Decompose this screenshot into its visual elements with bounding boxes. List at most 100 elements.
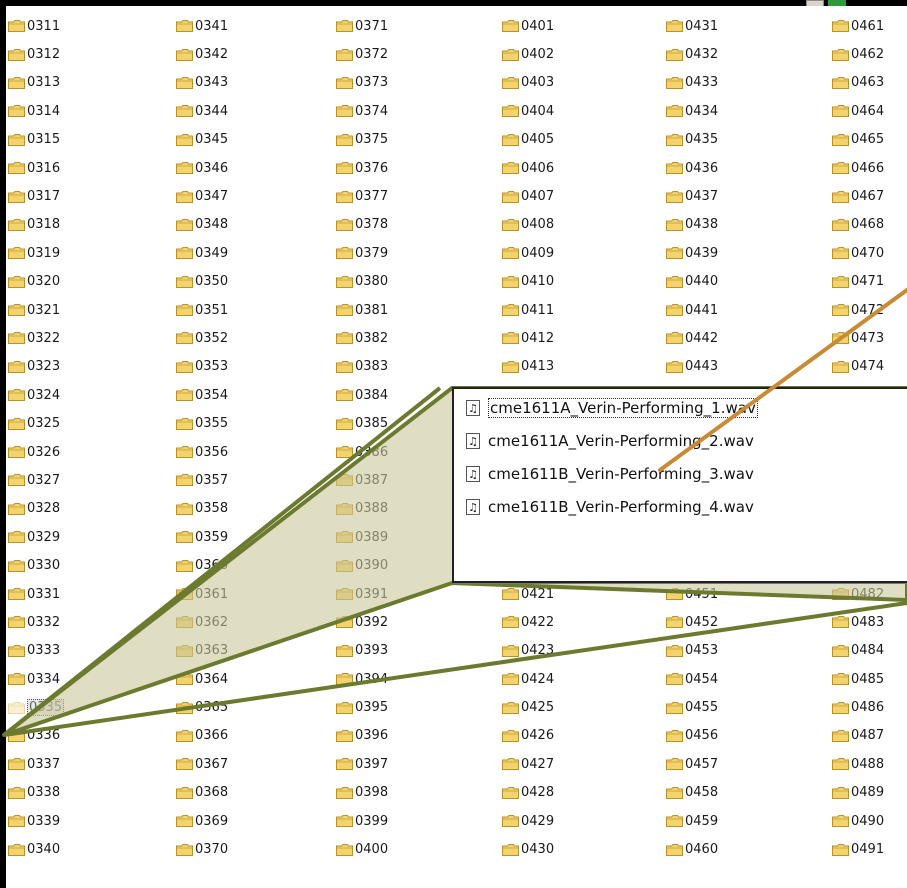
- folder-item[interactable]: 0457: [666, 750, 816, 778]
- folder-item[interactable]: 0421: [502, 580, 652, 608]
- folder-item[interactable]: 0402: [502, 40, 652, 68]
- folder-item[interactable]: 0352: [176, 324, 326, 352]
- folder-item[interactable]: 0432: [666, 40, 816, 68]
- folder-item[interactable]: 0438: [666, 211, 816, 239]
- folder-item[interactable]: 0337: [8, 750, 158, 778]
- folder-item[interactable]: 0312: [8, 40, 158, 68]
- folder-item[interactable]: 0425: [502, 693, 652, 721]
- folder-item[interactable]: 0396: [336, 722, 486, 750]
- folder-item[interactable]: 0467: [832, 182, 907, 210]
- folder-item[interactable]: 0341: [176, 12, 326, 40]
- folder-item[interactable]: 0361: [176, 580, 326, 608]
- folder-item[interactable]: 0383: [336, 353, 486, 381]
- folder-item[interactable]: 0379: [336, 239, 486, 267]
- folder-item[interactable]: 0401: [502, 12, 652, 40]
- folder-item[interactable]: 0315: [8, 126, 158, 154]
- folder-item[interactable]: 0422: [502, 608, 652, 636]
- folder-item[interactable]: 0398: [336, 779, 486, 807]
- folder-item[interactable]: 0394: [336, 665, 486, 693]
- folder-item[interactable]: 0463: [832, 69, 907, 97]
- folder-item[interactable]: 0406: [502, 154, 652, 182]
- folder-item[interactable]: 0412: [502, 324, 652, 352]
- folder-item[interactable]: 0374: [336, 97, 486, 125]
- folder-item[interactable]: 0350: [176, 268, 326, 296]
- folder-item[interactable]: 0391: [336, 580, 486, 608]
- folder-item[interactable]: 0355: [176, 409, 326, 437]
- folder-item[interactable]: 0470: [832, 239, 907, 267]
- folder-item[interactable]: 0460: [666, 835, 816, 863]
- folder-item[interactable]: 0323: [8, 353, 158, 381]
- folder-item[interactable]: 0400: [336, 835, 486, 863]
- folder-item[interactable]: 0327: [8, 466, 158, 494]
- folder-item[interactable]: 0370: [176, 835, 326, 863]
- folder-item[interactable]: 0314: [8, 97, 158, 125]
- audio-file-item[interactable]: ♫ cme1611B_Verin-Performing_4.wav: [466, 496, 754, 518]
- folder-item[interactable]: 0393: [336, 637, 486, 665]
- folder-item[interactable]: 0466: [832, 154, 907, 182]
- folder-item[interactable]: 0366: [176, 722, 326, 750]
- folder-item[interactable]: 0344: [176, 97, 326, 125]
- folder-item[interactable]: 0487: [832, 722, 907, 750]
- folder-item[interactable]: 0318: [8, 211, 158, 239]
- folder-item[interactable]: 0311: [8, 12, 158, 40]
- folder-item[interactable]: 0368: [176, 779, 326, 807]
- folder-item[interactable]: 0472: [832, 296, 907, 324]
- folder-item[interactable]: 0326: [8, 438, 158, 466]
- folder-item[interactable]: 0335: [8, 693, 158, 721]
- folder-item[interactable]: 0429: [502, 807, 652, 835]
- folder-item[interactable]: 0482: [832, 580, 907, 608]
- folder-item[interactable]: 0353: [176, 353, 326, 381]
- folder-item[interactable]: 0454: [666, 665, 816, 693]
- folder-item[interactable]: 0431: [666, 12, 816, 40]
- folder-item[interactable]: 0461: [832, 12, 907, 40]
- folder-item[interactable]: 0357: [176, 466, 326, 494]
- folder-item[interactable]: 0340: [8, 835, 158, 863]
- folder-item[interactable]: 0491: [832, 835, 907, 863]
- folder-item[interactable]: 0324: [8, 381, 158, 409]
- folder-item[interactable]: 0373: [336, 69, 486, 97]
- folder-item[interactable]: 0430: [502, 835, 652, 863]
- folder-item[interactable]: 0365: [176, 693, 326, 721]
- folder-item[interactable]: 0319: [8, 239, 158, 267]
- folder-item[interactable]: 0490: [832, 807, 907, 835]
- folder-item[interactable]: 0410: [502, 268, 652, 296]
- folder-item[interactable]: 0409: [502, 239, 652, 267]
- folder-item[interactable]: 0451: [666, 580, 816, 608]
- folder-item[interactable]: 0332: [8, 608, 158, 636]
- folder-item[interactable]: 0433: [666, 69, 816, 97]
- folder-item[interactable]: 0329: [8, 523, 158, 551]
- folder-item[interactable]: 0452: [666, 608, 816, 636]
- audio-file-item[interactable]: ♫ cme1611B_Verin-Performing_3.wav: [466, 463, 754, 485]
- audio-file-item[interactable]: ♫ cme1611A_Verin-Performing_2.wav: [466, 430, 754, 452]
- folder-item[interactable]: 0435: [666, 126, 816, 154]
- folder-item[interactable]: 0423: [502, 637, 652, 665]
- folder-item[interactable]: 0489: [832, 779, 907, 807]
- folder-item[interactable]: 0458: [666, 779, 816, 807]
- folder-item[interactable]: 0316: [8, 154, 158, 182]
- folder-item[interactable]: 0328: [8, 495, 158, 523]
- folder-item[interactable]: 0397: [336, 750, 486, 778]
- folder-item[interactable]: 0321: [8, 296, 158, 324]
- folder-item[interactable]: 0434: [666, 97, 816, 125]
- folder-item[interactable]: 0440: [666, 268, 816, 296]
- folder-item[interactable]: 0453: [666, 637, 816, 665]
- folder-item[interactable]: 0486: [832, 693, 907, 721]
- folder-item[interactable]: 0380: [336, 268, 486, 296]
- folder-item[interactable]: 0424: [502, 665, 652, 693]
- folder-item[interactable]: 0356: [176, 438, 326, 466]
- folder-item[interactable]: 0403: [502, 69, 652, 97]
- folder-item[interactable]: 0360: [176, 551, 326, 579]
- folder-item[interactable]: 0345: [176, 126, 326, 154]
- folder-item[interactable]: 0427: [502, 750, 652, 778]
- folder-item[interactable]: 0336: [8, 722, 158, 750]
- folder-item[interactable]: 0331: [8, 580, 158, 608]
- folder-item[interactable]: 0395: [336, 693, 486, 721]
- audio-file-item[interactable]: ♫ cme1611A_Verin-Performing_1.wav: [466, 397, 758, 419]
- folder-item[interactable]: 0376: [336, 154, 486, 182]
- folder-item[interactable]: 0483: [832, 608, 907, 636]
- folder-item[interactable]: 0320: [8, 268, 158, 296]
- folder-item[interactable]: 0456: [666, 722, 816, 750]
- folder-item[interactable]: 0363: [176, 637, 326, 665]
- folder-item[interactable]: 0426: [502, 722, 652, 750]
- folder-item[interactable]: 0404: [502, 97, 652, 125]
